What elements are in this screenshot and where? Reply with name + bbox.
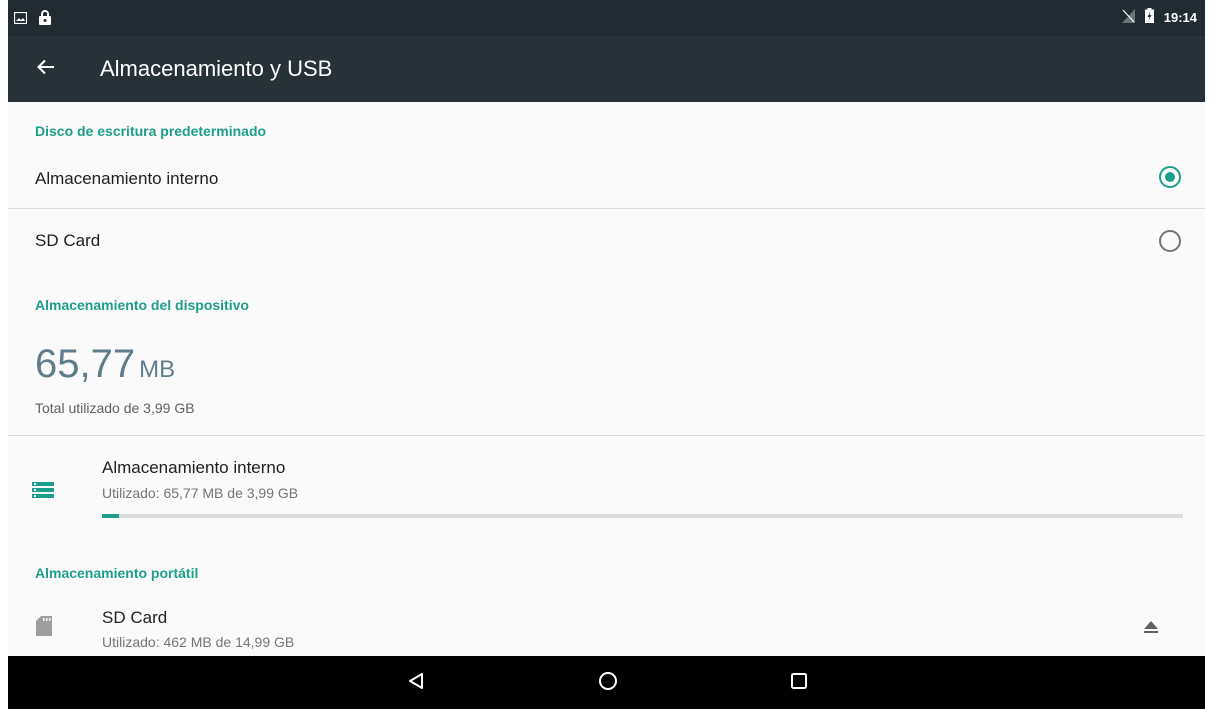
nav-back-button[interactable] xyxy=(403,670,429,696)
image-icon xyxy=(13,11,28,29)
volume-title: Almacenamiento interno xyxy=(102,458,286,477)
option-sd-card[interactable]: SD Card xyxy=(8,209,1205,271)
sd-card-icon xyxy=(36,616,52,641)
category-header-portable-storage: Almacenamiento portátil xyxy=(35,565,199,581)
no-sim-icon xyxy=(1121,8,1135,26)
status-bar: 19:14 xyxy=(8,0,1205,36)
storage-progress-fill xyxy=(102,514,120,518)
volume-title: SD Card xyxy=(102,608,168,627)
option-internal-storage[interactable]: Almacenamiento interno xyxy=(8,147,1205,209)
volume-sd-card[interactable]: SD Card Utilizado: 462 MB de 14,99 GB xyxy=(8,592,1205,656)
recents-square-icon xyxy=(791,672,807,694)
screen: 19:14 Almacenamiento y USB Disco de escr… xyxy=(8,0,1205,709)
arrow-back-icon xyxy=(37,59,55,80)
used-unit: MB xyxy=(139,356,176,383)
used-total-text: Total utilizado de 3,99 GB xyxy=(35,400,195,416)
eject-icon xyxy=(1143,620,1159,639)
home-circle-icon xyxy=(598,671,618,696)
eject-button[interactable] xyxy=(1137,615,1165,643)
battery-charging-icon xyxy=(1144,8,1154,26)
radio-button-unchecked[interactable] xyxy=(1159,230,1181,252)
back-triangle-icon xyxy=(408,672,424,695)
storage-icon xyxy=(32,482,54,503)
category-header-default-disk: Disco de escritura predeterminado xyxy=(35,123,267,139)
back-button[interactable] xyxy=(30,53,62,85)
radio-button-checked[interactable] xyxy=(1159,166,1181,188)
volume-subtitle: Utilizado: 462 MB de 14,99 GB xyxy=(102,634,295,650)
option-label: SD Card xyxy=(35,231,101,250)
lock-icon xyxy=(39,10,51,30)
category-header-device-storage: Almacenamiento del dispositivo xyxy=(35,297,249,313)
nav-recents-button[interactable] xyxy=(786,670,812,696)
option-label: Almacenamiento interno xyxy=(35,169,219,188)
volume-subtitle: Utilizado: 65,77 MB de 3,99 GB xyxy=(102,485,299,501)
settings-list: Disco de escritura predeterminado Almace… xyxy=(8,102,1205,656)
navigation-bar xyxy=(8,656,1205,709)
used-value: 65,77 xyxy=(35,342,136,386)
clock: 19:14 xyxy=(1163,9,1197,25)
page-title: Almacenamiento y USB xyxy=(100,56,333,81)
nav-home-button[interactable] xyxy=(595,670,621,696)
used-summary: 65,77 MB xyxy=(35,342,175,387)
storage-progress-bar xyxy=(102,514,1183,518)
action-bar: Almacenamiento y USB xyxy=(8,36,1205,102)
